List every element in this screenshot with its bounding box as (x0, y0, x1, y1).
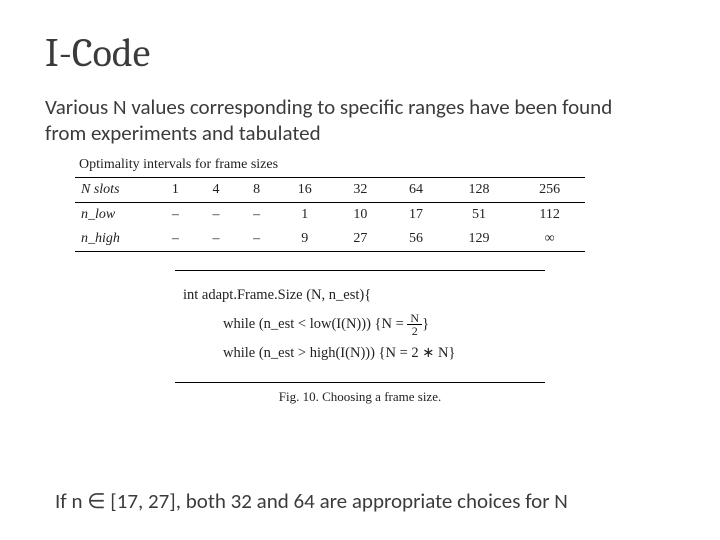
col-h: 32 (333, 177, 389, 202)
note-text: If n (55, 488, 87, 514)
cell: 51 (444, 202, 515, 227)
element-of-icon: ∈ (87, 490, 105, 513)
intervals-table: N slots 1 4 8 16 32 64 128 256 n_low – –… (75, 177, 585, 252)
table-row: n_high – – – 9 27 56 129 ∞ (75, 227, 585, 252)
col-h: 8 (236, 177, 277, 202)
table-caption: Optimality intervals for frame sizes (75, 157, 585, 173)
table-row: n_low – – – 1 10 17 51 112 (75, 202, 585, 227)
cell: ∞ (514, 227, 585, 252)
cell: – (196, 227, 237, 252)
table-header-label: N slots (75, 177, 155, 202)
slide: I-Code Various N values corresponding to… (0, 0, 720, 540)
cell: – (236, 202, 277, 227)
cell: 17 (388, 202, 444, 227)
cell: 9 (277, 227, 333, 252)
col-h: 128 (444, 177, 515, 202)
cell: 129 (444, 227, 515, 252)
cell: 112 (514, 202, 585, 227)
col-h: 4 (196, 177, 237, 202)
row-label: n_high (75, 227, 155, 252)
cell: 27 (333, 227, 389, 252)
sig-part: int adapt (183, 287, 233, 303)
note-text: [17, 27], both 32 and 64 are appropriate… (106, 488, 568, 514)
cell: 10 (333, 202, 389, 227)
algo-text: while (n_est < low(I(N))) {N = (223, 316, 407, 332)
intro-text: Various N values corresponding to specif… (45, 94, 645, 147)
frac-bot: 2 (407, 325, 422, 337)
sig-part: Size (N, n_est){ (278, 287, 372, 303)
row-label: n_low (75, 202, 155, 227)
intervals-table-block: Optimality intervals for frame sizes N s… (75, 157, 585, 252)
cell: – (155, 227, 196, 252)
cell: 1 (277, 202, 333, 227)
col-h: 16 (277, 177, 333, 202)
page-title: I-Code (45, 30, 675, 76)
algo-signature: int adapt.Frame.Size (N, n_est){ (179, 281, 541, 310)
cell: – (236, 227, 277, 252)
frac-top: N (407, 312, 422, 325)
algo-text: } (422, 316, 429, 332)
algo-line: while (n_est > high(I(N))) {N = 2 ∗ N} (179, 339, 541, 368)
cell: – (155, 202, 196, 227)
cell: 56 (388, 227, 444, 252)
algorithm-block: int adapt.Frame.Size (N, n_est){ while (… (175, 270, 545, 405)
col-h: 64 (388, 177, 444, 202)
cell: – (196, 202, 237, 227)
bottom-note: If n ∈ [17, 27], both 32 and 64 are appr… (55, 488, 568, 514)
algorithm-body: int adapt.Frame.Size (N, n_est){ while (… (175, 270, 545, 383)
col-h: 1 (155, 177, 196, 202)
sig-part: Frame (237, 287, 274, 303)
figure-caption: Fig. 10. Choosing a frame size. (175, 389, 545, 405)
col-h: 256 (514, 177, 585, 202)
algo-line: while (n_est < low(I(N))) {N = N2} (179, 310, 541, 339)
table-header-row: N slots 1 4 8 16 32 64 128 256 (75, 177, 585, 202)
